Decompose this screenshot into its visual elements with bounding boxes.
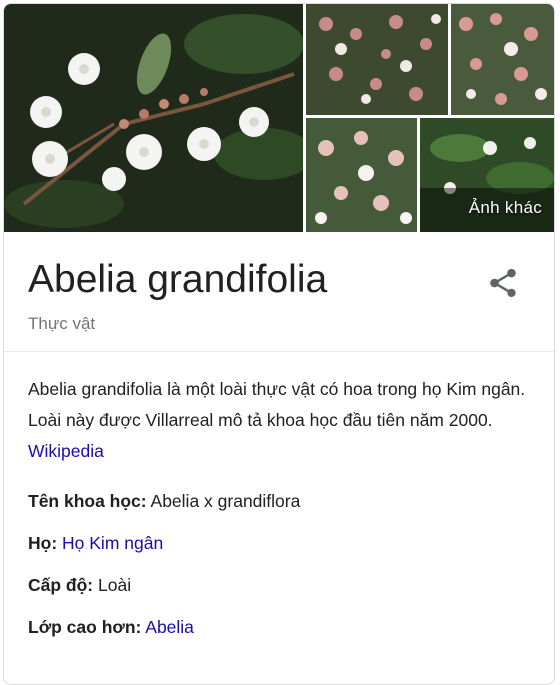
knowledge-panel: Ảnh khác Abelia grandifolia Thực vật Abe… [3, 3, 555, 685]
fact-value: Loài [98, 575, 132, 595]
fact-value: Abelia x grandiflora [150, 491, 301, 511]
gallery-thumb-1[interactable] [306, 4, 448, 115]
image-gallery: Ảnh khác [4, 4, 554, 232]
gallery-thumb-2[interactable] [451, 4, 554, 115]
wikipedia-link[interactable]: Wikipedia [28, 441, 104, 461]
gallery-thumb-3[interactable] [306, 118, 417, 232]
fact-rank: Cấp độ: Loài [28, 573, 530, 597]
page-title: Abelia grandifolia [28, 258, 328, 301]
fact-higher-classification: Lớp cao hơn: Abelia [28, 615, 530, 639]
fact-label: Tên khoa học: [28, 491, 147, 511]
fact-family: Họ: Họ Kim ngân [28, 531, 530, 555]
fact-label: Họ: [28, 533, 58, 553]
panel-body: Abelia grandifolia là một loài thực vật … [4, 352, 554, 639]
share-button[interactable] [486, 266, 520, 300]
family-link[interactable]: Họ Kim ngân [62, 533, 163, 553]
panel-header: Abelia grandifolia Thực vật [4, 232, 554, 352]
main-flower-image[interactable] [4, 4, 303, 232]
facts-list: Tên khoa học: Abelia x grandiflora Họ: H… [28, 489, 530, 639]
description: Abelia grandifolia là một loài thực vật … [28, 374, 530, 467]
share-icon [490, 268, 516, 298]
description-text: Abelia grandifolia là một loài thực vật … [28, 379, 526, 430]
genus-link[interactable]: Abelia [145, 617, 194, 637]
fact-scientific-name: Tên khoa học: Abelia x grandiflora [28, 489, 530, 513]
fact-label: Cấp độ: [28, 575, 94, 595]
gallery-thumb-4[interactable]: Ảnh khác [420, 118, 554, 232]
entity-type: Thực vật [28, 314, 96, 333]
more-images-link[interactable]: Ảnh khác [469, 198, 542, 218]
fact-label: Lớp cao hơn: [28, 617, 142, 637]
